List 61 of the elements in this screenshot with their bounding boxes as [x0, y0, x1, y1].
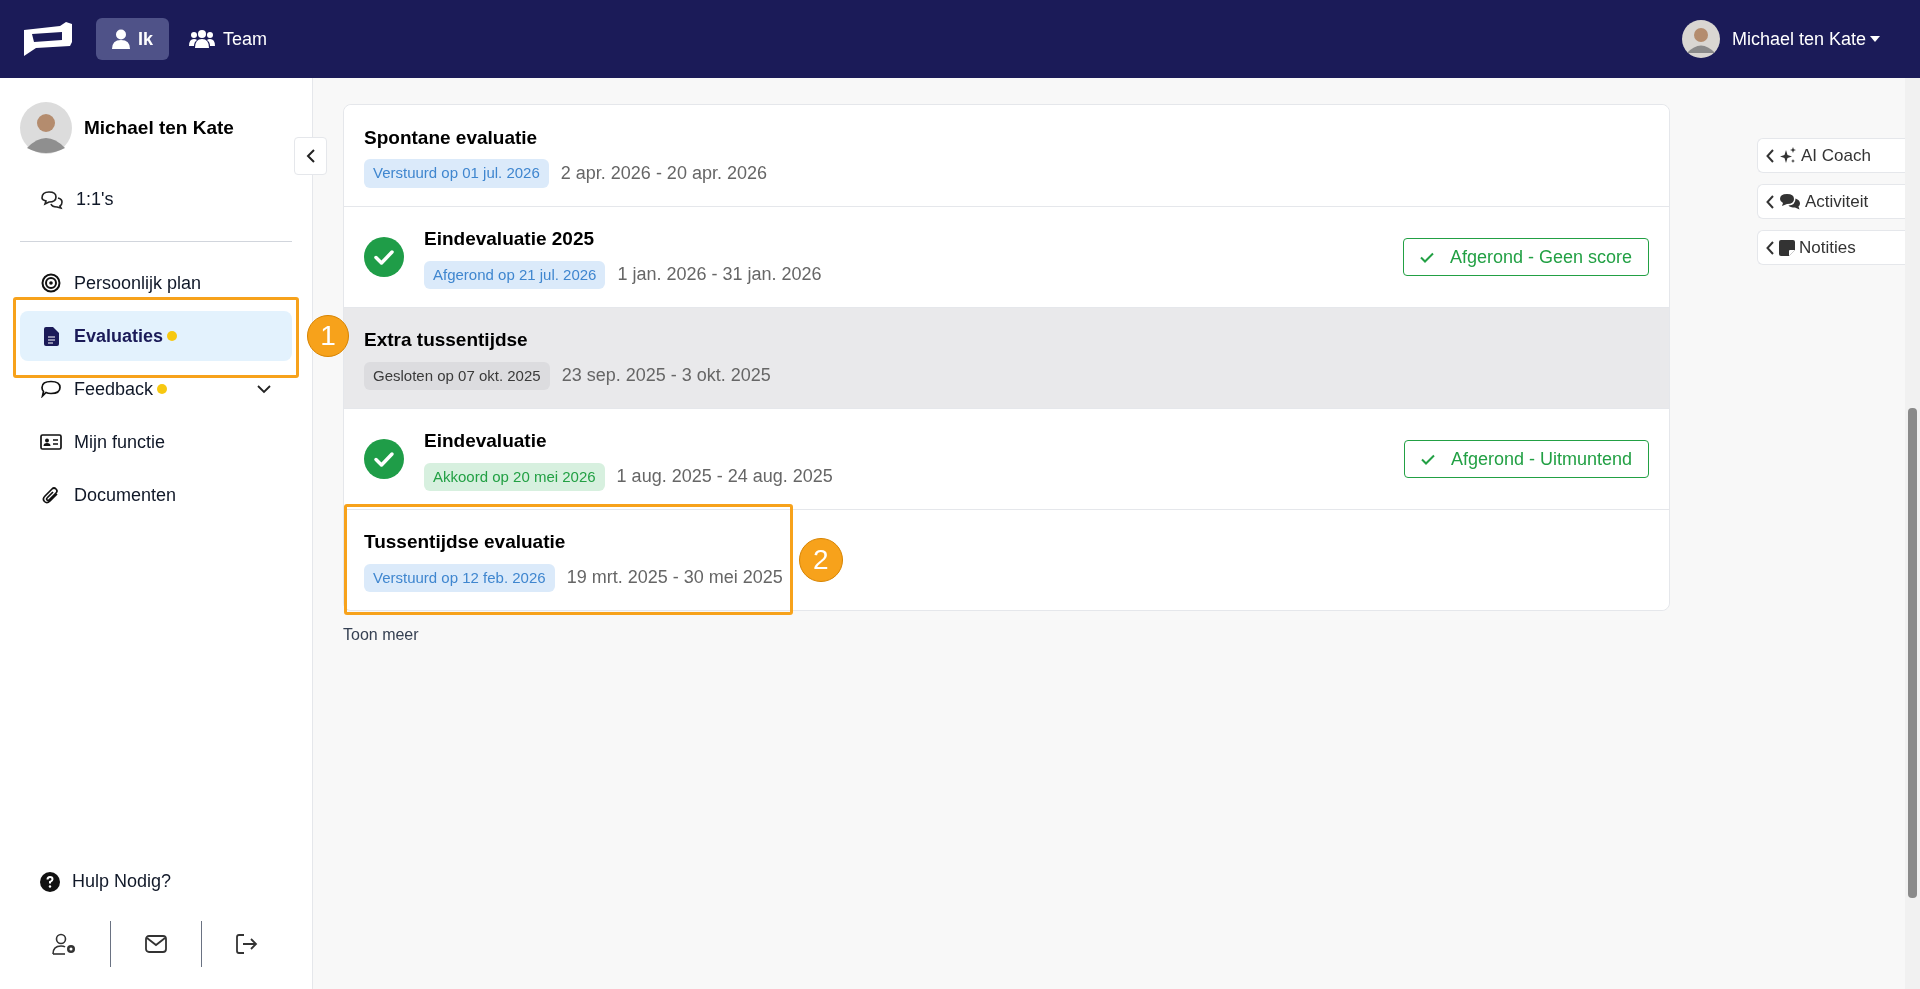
sparkle-icon	[1779, 146, 1797, 165]
evaluation-title: Extra tussentijdse	[364, 328, 529, 352]
note-icon	[1779, 239, 1795, 256]
sidebar-item[interactable]: Evaluaties	[20, 311, 292, 361]
sidebar-item[interactable]: Mijn functie	[20, 417, 292, 467]
result-badge: Afgerond - Uitmuntend	[1403, 440, 1649, 478]
date-range: 19 mrt. 2025 - 30 mei 2025	[566, 566, 783, 590]
evaluation-title: Spontane evaluatie	[364, 125, 539, 150]
evaluation-row[interactable]: Extra tussentijdse Gesloten op 07 okt. 2025 23 sep. 2025 - 3 okt. 2025	[344, 307, 1669, 408]
status-badge: Gesloten op 07 okt. 2025	[364, 361, 550, 390]
check-icon	[1420, 453, 1435, 465]
step-marker: 2	[798, 538, 843, 582]
users-icon	[189, 29, 215, 49]
avatar-icon	[20, 102, 72, 154]
target-icon	[41, 273, 61, 293]
status-badge: Afgerond op 21 jul. 2026	[424, 260, 606, 289]
side-panel-tab[interactable]: Activiteit	[1757, 184, 1905, 219]
help-link[interactable]: Hulp Nodig?	[72, 868, 172, 895]
check-icon	[1419, 251, 1434, 263]
user-settings-icon[interactable]	[52, 933, 78, 955]
profile-name: Michael ten Kate	[84, 115, 234, 140]
evaluation-title: Eindevaluatie	[424, 429, 548, 453]
chat-icon	[40, 189, 64, 210]
evaluation-title: Eindevaluatie 2025	[424, 227, 596, 251]
sidebar-item[interactable]: Feedback	[20, 364, 292, 414]
date-range: 1 jan. 2026 - 31 jan. 2026	[617, 263, 822, 287]
sidebar-item[interactable]: Documenten	[20, 470, 292, 520]
id-card-icon	[40, 434, 62, 450]
date-range: 1 aug. 2025 - 24 aug. 2025	[616, 465, 833, 489]
nav-tab[interactable]: Team	[177, 18, 280, 60]
paperclip-icon	[41, 485, 61, 505]
collapse-button[interactable]	[294, 137, 327, 175]
chevron-left-icon	[1766, 194, 1775, 209]
document-icon	[43, 326, 59, 346]
status-badge: Verstuurd op 01 jul. 2026	[364, 159, 549, 188]
comments-icon	[1779, 192, 1801, 211]
avatar-icon[interactable]	[1681, 20, 1720, 58]
side-panel-tab[interactable]: Notities	[1757, 230, 1905, 265]
speech-bubble-icon	[41, 380, 61, 398]
scrollbar-thumb[interactable]	[1908, 408, 1917, 898]
sidebar-item[interactable]: 1:1's	[20, 174, 292, 225]
chevron-left-icon	[1766, 148, 1775, 163]
date-range: 23 sep. 2025 - 3 okt. 2025	[561, 364, 771, 388]
logout-icon[interactable]	[236, 934, 258, 954]
sidebar-item[interactable]: Persoonlijk plan	[20, 258, 292, 308]
mail-icon[interactable]	[145, 935, 167, 953]
date-range: 2 apr. 2026 - 20 apr. 2026	[560, 161, 767, 185]
user-icon	[112, 29, 130, 49]
step-marker: 1	[307, 315, 349, 357]
status-badge: Akkoord op 20 mei 2026	[424, 462, 605, 491]
caret-down-icon	[1870, 36, 1880, 42]
chevron-left-icon	[1766, 240, 1775, 255]
result-badge: Afgerond - Geen score	[1402, 238, 1649, 276]
chevron-left-icon	[305, 148, 316, 164]
nav-tab[interactable]: Ik	[96, 18, 169, 60]
user-menu[interactable]: Michael ten Kate	[1731, 25, 1880, 53]
evaluation-title: Tussentijdse evaluatie	[364, 530, 567, 554]
side-panel-tab[interactable]: AI Coach	[1757, 138, 1905, 173]
help-icon	[40, 871, 60, 892]
status-badge: Verstuurd op 12 feb. 2026	[364, 563, 555, 592]
show-more-link[interactable]: Toon meer	[343, 623, 419, 647]
